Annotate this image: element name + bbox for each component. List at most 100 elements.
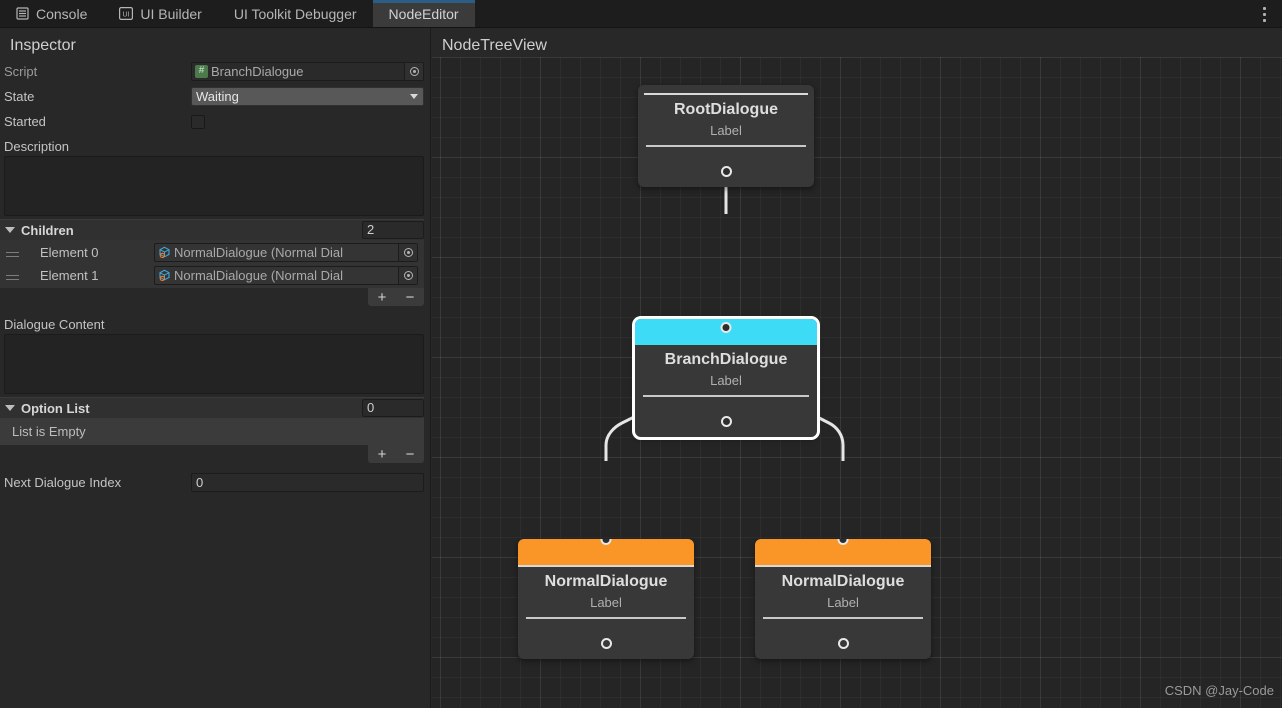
element-label: Element 1 — [40, 268, 99, 283]
kebab-menu-icon[interactable] — [1252, 0, 1276, 28]
children-label: Children — [21, 222, 74, 238]
object-picker-icon[interactable] — [398, 244, 417, 261]
children-foldout-header[interactable]: Children 2 — [0, 219, 424, 240]
svg-text:UI: UI — [123, 11, 130, 18]
chevron-down-icon — [410, 94, 418, 99]
prefab-cube-icon — [158, 246, 171, 259]
element-value: NormalDialogue (Normal Dial — [174, 245, 344, 260]
tab-label: UI Builder — [140, 5, 202, 22]
node-divider — [643, 395, 809, 397]
output-port[interactable] — [600, 637, 612, 649]
output-port[interactable] — [720, 165, 732, 177]
remove-child-button[interactable]: − — [396, 288, 424, 306]
node-subtitle: Label — [590, 595, 622, 610]
node-divider — [526, 617, 686, 619]
input-port[interactable] — [837, 539, 849, 545]
element-label: Element 0 — [40, 245, 99, 260]
element-value: NormalDialogue (Normal Dial — [174, 268, 344, 283]
started-label: Started — [4, 114, 46, 129]
option-list-size-field[interactable]: 0 — [362, 399, 424, 417]
watermark: CSDN @Jay-Code — [1164, 683, 1274, 698]
input-port[interactable] — [720, 322, 732, 333]
node-body: BranchDialogue Label — [635, 345, 817, 405]
editor-tab-bar: Console UI UI Builder UI Toolkit Debugge… — [0, 0, 1282, 28]
script-row: Script BranchDialogue — [0, 61, 430, 82]
node-output-area — [635, 405, 817, 437]
object-picker-icon[interactable] — [404, 63, 423, 80]
tab-label: UI Toolkit Debugger — [233, 5, 357, 22]
node-header — [638, 85, 814, 93]
state-label: State — [4, 89, 35, 104]
tab-console[interactable]: Console — [0, 0, 103, 27]
node-header — [635, 319, 817, 345]
node-output-area — [755, 627, 931, 659]
node-title: NormalDialogue — [781, 573, 905, 590]
tab-ui-builder[interactable]: UI UI Builder — [103, 0, 217, 27]
ui-builder-icon: UI — [119, 7, 134, 20]
list-item[interactable]: Element 0 NormalDialogue (Normal Dial — [0, 241, 424, 264]
script-value: BranchDialogue — [211, 64, 304, 79]
element-object-field[interactable]: NormalDialogue (Normal Dial — [154, 243, 418, 262]
node-body: RootDialogue Label — [638, 95, 814, 155]
option-list-empty-message: List is Empty — [0, 418, 424, 445]
graph-canvas[interactable]: RootDialogue Label BranchDialogue Label — [432, 57, 1282, 708]
option-list-foldout-header[interactable]: Option List 0 — [0, 397, 424, 418]
triangle-down-icon[interactable] — [5, 227, 15, 233]
tab-label: Console — [36, 5, 88, 22]
element-object-field[interactable]: NormalDialogue (Normal Dial — [154, 266, 418, 285]
state-row: State Waiting — [0, 86, 430, 107]
console-icon — [16, 7, 29, 20]
node-body: NormalDialogue Label — [755, 567, 931, 627]
node-subtitle: Label — [710, 373, 742, 388]
description-textarea[interactable] — [4, 156, 424, 216]
inspector-panel: Inspector Script BranchDialogue State Wa… — [0, 28, 431, 708]
output-port[interactable] — [837, 637, 849, 649]
add-child-button[interactable]: + — [368, 288, 396, 306]
drag-handle-icon[interactable] — [6, 251, 24, 254]
option-list-controls: + − — [0, 445, 424, 463]
option-list-label: Option List — [21, 400, 90, 416]
node-output-area — [638, 155, 814, 187]
script-field[interactable]: BranchDialogue — [191, 62, 424, 81]
node-normal-dialogue-2[interactable]: NormalDialogue Label — [755, 539, 931, 659]
state-dropdown[interactable]: Waiting — [191, 87, 424, 106]
page-title: Inspector — [10, 37, 76, 54]
children-size-field[interactable]: 2 — [362, 221, 424, 239]
drag-handle-icon[interactable] — [6, 274, 24, 277]
node-subtitle: Label — [827, 595, 859, 610]
node-body: NormalDialogue Label — [518, 567, 694, 627]
node-branch-dialogue[interactable]: BranchDialogue Label — [632, 316, 820, 440]
prefab-cube-icon — [158, 269, 171, 282]
script-label: Script — [4, 64, 38, 79]
node-output-area — [518, 627, 694, 659]
node-title: BranchDialogue — [664, 351, 788, 368]
dialogue-content-textarea[interactable] — [4, 334, 424, 394]
tab-label: NodeEditor — [388, 5, 459, 22]
object-picker-icon[interactable] — [398, 267, 417, 284]
node-header — [755, 539, 931, 565]
started-checkbox[interactable] — [191, 114, 205, 129]
csharp-script-icon — [195, 63, 208, 78]
next-dialogue-index-row: Next Dialogue Index 0 — [0, 472, 430, 493]
output-port[interactable] — [720, 415, 732, 427]
add-option-button[interactable]: + — [368, 445, 396, 463]
triangle-down-icon[interactable] — [5, 405, 15, 411]
tab-node-editor[interactable]: NodeEditor — [372, 0, 475, 27]
next-dialogue-index-field[interactable]: 0 — [191, 473, 424, 492]
node-divider — [763, 617, 923, 619]
next-dialogue-index-label: Next Dialogue Index — [4, 475, 122, 490]
node-root-dialogue[interactable]: RootDialogue Label — [638, 85, 814, 187]
node-tree-view-panel: NodeTreeView RootDialogue Label BranchDi… — [432, 28, 1282, 708]
children-list-controls: + − — [0, 288, 424, 306]
node-subtitle: Label — [710, 123, 742, 138]
node-title: NormalDialogue — [544, 573, 668, 590]
node-header — [518, 539, 694, 565]
tab-ui-toolkit-debugger[interactable]: UI Toolkit Debugger — [218, 0, 373, 27]
node-title: RootDialogue — [674, 101, 778, 118]
started-row: Started — [0, 111, 430, 132]
list-item[interactable]: Element 1 NormalDialogue (Normal Dial — [0, 264, 424, 287]
node-divider — [646, 145, 806, 147]
node-normal-dialogue-1[interactable]: NormalDialogue Label — [518, 539, 694, 659]
input-port[interactable] — [600, 539, 612, 545]
remove-option-button[interactable]: − — [396, 445, 424, 463]
